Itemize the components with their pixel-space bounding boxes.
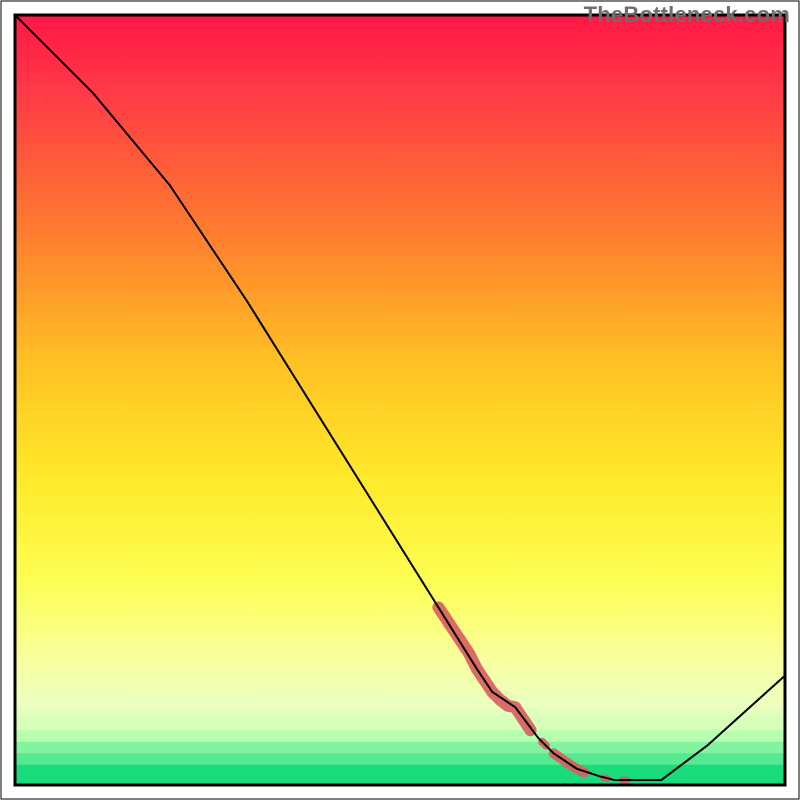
green-band <box>16 753 784 765</box>
green-band <box>16 730 784 742</box>
chart-container: TheBottleneck.com <box>0 0 800 800</box>
chart-background <box>16 16 784 784</box>
bottleneck-chart <box>0 0 800 800</box>
watermark-label: TheBottleneck.com <box>584 2 790 28</box>
green-band <box>16 719 784 731</box>
green-band <box>16 742 784 754</box>
